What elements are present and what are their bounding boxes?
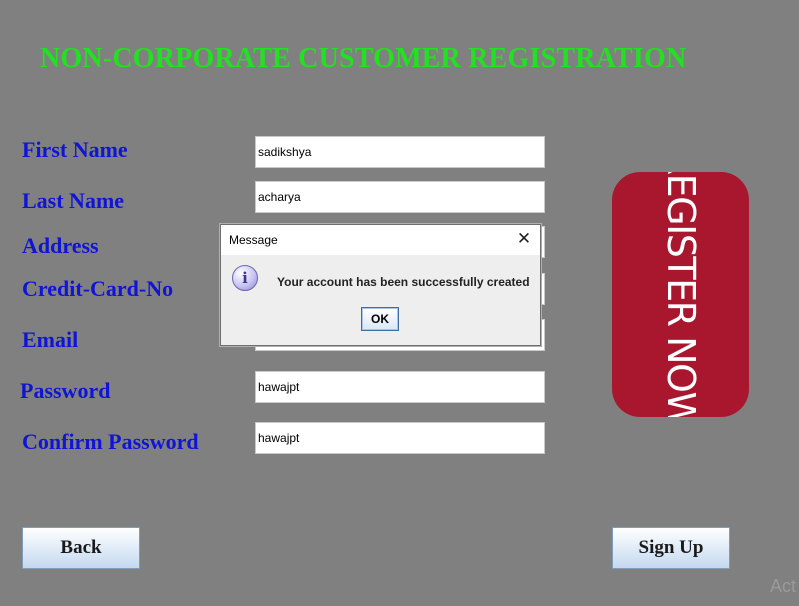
first-name-label: First Name [22,137,128,162]
info-icon: i [232,265,258,291]
password-field-box [255,371,545,403]
page-title: NON-CORPORATE CUSTOMER REGISTRATION [40,43,687,74]
password-label: Password [20,378,111,403]
password-input[interactable] [256,372,544,402]
message-dialog: Message ✕ i Your account has been succes… [220,224,541,346]
first-name-field-box [255,136,545,168]
dialog-title: Message [229,233,278,247]
last-name-input[interactable] [256,182,544,212]
confirm-password-label: Confirm Password [22,429,199,454]
dialog-title-bar: Message ✕ [221,225,540,255]
activation-watermark: Act [770,576,797,596]
dialog-message: Your account has been successfully creat… [277,275,530,289]
back-button[interactable]: Back [22,527,140,569]
register-now-banner: REGISTER NOW! [612,172,749,417]
credit-card-label: Credit-Card-No [22,276,174,301]
sign-up-button[interactable]: Sign Up [612,527,730,569]
last-name-label: Last Name [22,188,125,213]
last-name-field-box [255,181,545,213]
confirm-password-input[interactable] [256,423,544,453]
ok-button[interactable]: OK [361,307,399,331]
email-label: Email [22,327,79,352]
close-icon[interactable]: ✕ [516,229,532,249]
address-label: Address [22,233,99,258]
first-name-input[interactable] [256,137,544,167]
register-now-text: REGISTER NOW! [658,172,703,417]
confirm-password-field-box [255,422,545,454]
